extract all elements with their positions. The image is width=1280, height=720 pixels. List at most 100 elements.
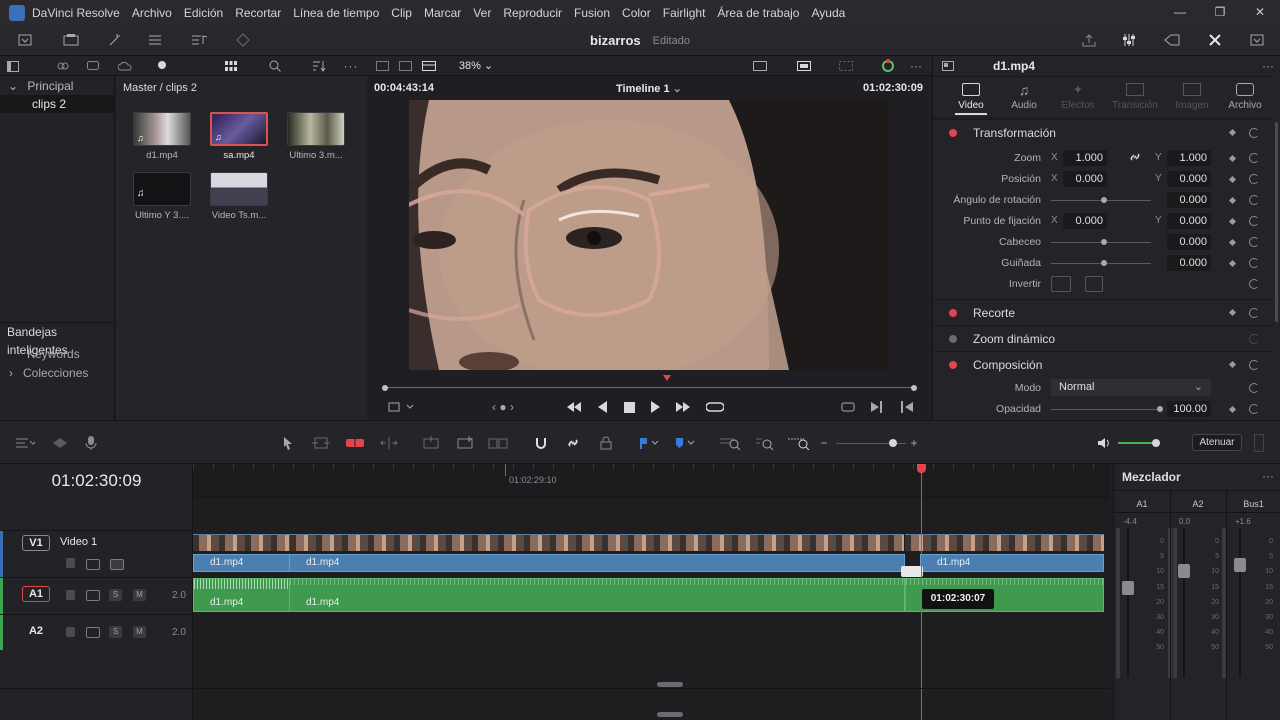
anchor-y-field[interactable]: 0.000 — [1167, 213, 1211, 229]
selection-tool-icon[interactable] — [280, 435, 296, 451]
volume-icon[interactable] — [1096, 435, 1112, 451]
stop-icon[interactable] — [620, 399, 638, 415]
keyframe-icon[interactable] — [1228, 405, 1237, 414]
a1-fader-track[interactable] — [1127, 528, 1129, 678]
lock-icon[interactable] — [66, 590, 75, 600]
color-marker-icon[interactable] — [672, 435, 698, 451]
zoom-select[interactable]: 38% ⌄ — [452, 59, 500, 73]
enable-toggle-icon[interactable] — [949, 335, 957, 343]
reset-icon[interactable] — [1249, 360, 1259, 370]
scrubber-end-handle[interactable] — [911, 385, 917, 391]
microphone-icon[interactable] — [82, 435, 100, 451]
next-edit-icon[interactable] — [868, 399, 886, 415]
edit-index-icon[interactable] — [146, 32, 164, 48]
enable-toggle-icon[interactable] — [949, 129, 957, 137]
time-ruler[interactable] — [193, 464, 1110, 498]
yaw-slider-knob[interactable] — [1101, 260, 1107, 266]
anchor-x-field[interactable]: 0.000 — [1063, 213, 1107, 229]
viewer-mode-icon[interactable] — [375, 59, 389, 73]
bin-master[interactable]: ⌄ Principal — [0, 77, 115, 95]
search-icon[interactable] — [268, 59, 282, 73]
tab-efectos[interactable]: ✦ Efectos — [1053, 83, 1103, 112]
reset-icon[interactable] — [1249, 258, 1259, 268]
a2-fader-knob[interactable] — [1178, 564, 1190, 578]
dynamic-trim-icon[interactable] — [378, 435, 400, 451]
pitch-slider-knob[interactable] — [1101, 239, 1107, 245]
thumbnail-size-slider-icon[interactable] — [158, 61, 166, 69]
keyframe-icon[interactable] — [1228, 196, 1237, 205]
bin-clips-2[interactable]: clips 2 — [0, 95, 115, 113]
metadata-icon[interactable] — [234, 32, 252, 48]
trim-tool-icon[interactable] — [310, 435, 332, 451]
menu-edicion[interactable]: Edición — [178, 6, 229, 20]
auto-select-icon[interactable] — [86, 590, 100, 601]
go-to-end-icon[interactable] — [672, 399, 694, 415]
horizontal-scroll-handle[interactable] — [657, 712, 683, 717]
auto-select-icon[interactable] — [86, 627, 100, 638]
zoom-x-field[interactable]: 1.000 — [1063, 150, 1107, 166]
cloud-icon[interactable] — [118, 59, 132, 73]
solo-button[interactable]: S — [109, 626, 122, 638]
metadata-tag-icon[interactable] — [1163, 32, 1181, 48]
reset-icon[interactable] — [1249, 279, 1259, 289]
viewer-crop-icon[interactable] — [384, 399, 418, 415]
mute-button[interactable]: Atenuar — [1192, 434, 1242, 451]
keyframe-icon[interactable] — [1228, 128, 1237, 137]
keyframe-icon[interactable] — [1228, 217, 1237, 226]
fx-wand-icon[interactable] — [106, 32, 124, 48]
menu-fairlight[interactable]: Fairlight — [657, 6, 712, 20]
menu-marcar[interactable]: Marcar — [418, 6, 467, 20]
track-v1-tag[interactable]: V1 — [22, 535, 50, 551]
grid-view-icon[interactable] — [224, 59, 238, 73]
clip-ultimo-y-3[interactable]: ♫ Ultimo Y 3.... — [126, 172, 198, 221]
scrubber-bar[interactable] — [384, 387, 915, 388]
inspector-icon[interactable] — [1206, 32, 1224, 48]
keyframe-icon[interactable] — [1228, 238, 1237, 247]
sound-library-icon[interactable] — [190, 32, 210, 48]
video-clip-thumbnails[interactable] — [290, 534, 904, 551]
tab-video[interactable]: Video — [947, 83, 995, 115]
lock-icon[interactable] — [66, 627, 75, 637]
rotation-slider-knob[interactable] — [1101, 197, 1107, 203]
zoom-custom-icon[interactable] — [786, 435, 812, 451]
menu-clip[interactable]: Clip — [385, 6, 418, 20]
zoom-out-icon[interactable]: − — [818, 435, 830, 451]
bus1-fader-track[interactable] — [1239, 528, 1241, 678]
video-clip-thumbnails[interactable] — [905, 534, 1104, 551]
keyframe-icon[interactable] — [1228, 175, 1237, 184]
track-enable-icon[interactable] — [110, 559, 124, 570]
track-a2-tag[interactable]: A2 — [22, 623, 50, 639]
sidebar-toggle-icon[interactable] — [6, 59, 20, 73]
menu-ayuda[interactable]: Ayuda — [805, 6, 851, 20]
reset-icon[interactable] — [1249, 383, 1259, 393]
effects-library-icon[interactable] — [62, 32, 80, 48]
mixer-toggle-icon[interactable] — [1120, 32, 1138, 48]
auto-select-icon[interactable] — [86, 559, 100, 570]
menu-fusion[interactable]: Fusion — [568, 6, 616, 20]
zoom-in-icon[interactable]: + — [908, 435, 920, 451]
keyframe-icon[interactable] — [1228, 360, 1237, 369]
video-clip[interactable]: d1.mp4 — [193, 554, 290, 572]
overlay-icon[interactable] — [796, 59, 812, 73]
overwrite-clip-icon[interactable] — [454, 435, 476, 451]
color-bypass-icon[interactable] — [880, 59, 896, 73]
flip-horizontal-icon[interactable] — [1051, 276, 1071, 292]
timeline-timecode[interactable]: 01:02:30:09 — [0, 464, 193, 498]
lock-icon[interactable] — [66, 558, 75, 568]
opacity-slider[interactable] — [1051, 409, 1161, 410]
keyframe-icon[interactable] — [1228, 308, 1237, 317]
track-a1-tag[interactable]: A1 — [22, 586, 50, 602]
track-v1-name[interactable]: Video 1 — [60, 536, 97, 548]
play-reverse-icon[interactable] — [594, 399, 612, 415]
menu-area-de-trabajo[interactable]: Área de trabajo — [711, 6, 805, 20]
yaw-field[interactable]: 0.000 — [1167, 255, 1211, 271]
zoom-y-field[interactable]: 1.000 — [1167, 150, 1211, 166]
position-lock-icon[interactable] — [597, 435, 615, 451]
export-icon[interactable] — [1080, 32, 1098, 48]
flip-vertical-icon[interactable] — [1085, 276, 1103, 292]
media-pool-icon[interactable] — [16, 32, 34, 48]
reset-icon[interactable] — [1249, 128, 1259, 138]
viewer-playhead[interactable] — [663, 375, 671, 381]
reset-icon[interactable] — [1249, 308, 1259, 318]
previous-edit-icon[interactable] — [898, 399, 916, 415]
